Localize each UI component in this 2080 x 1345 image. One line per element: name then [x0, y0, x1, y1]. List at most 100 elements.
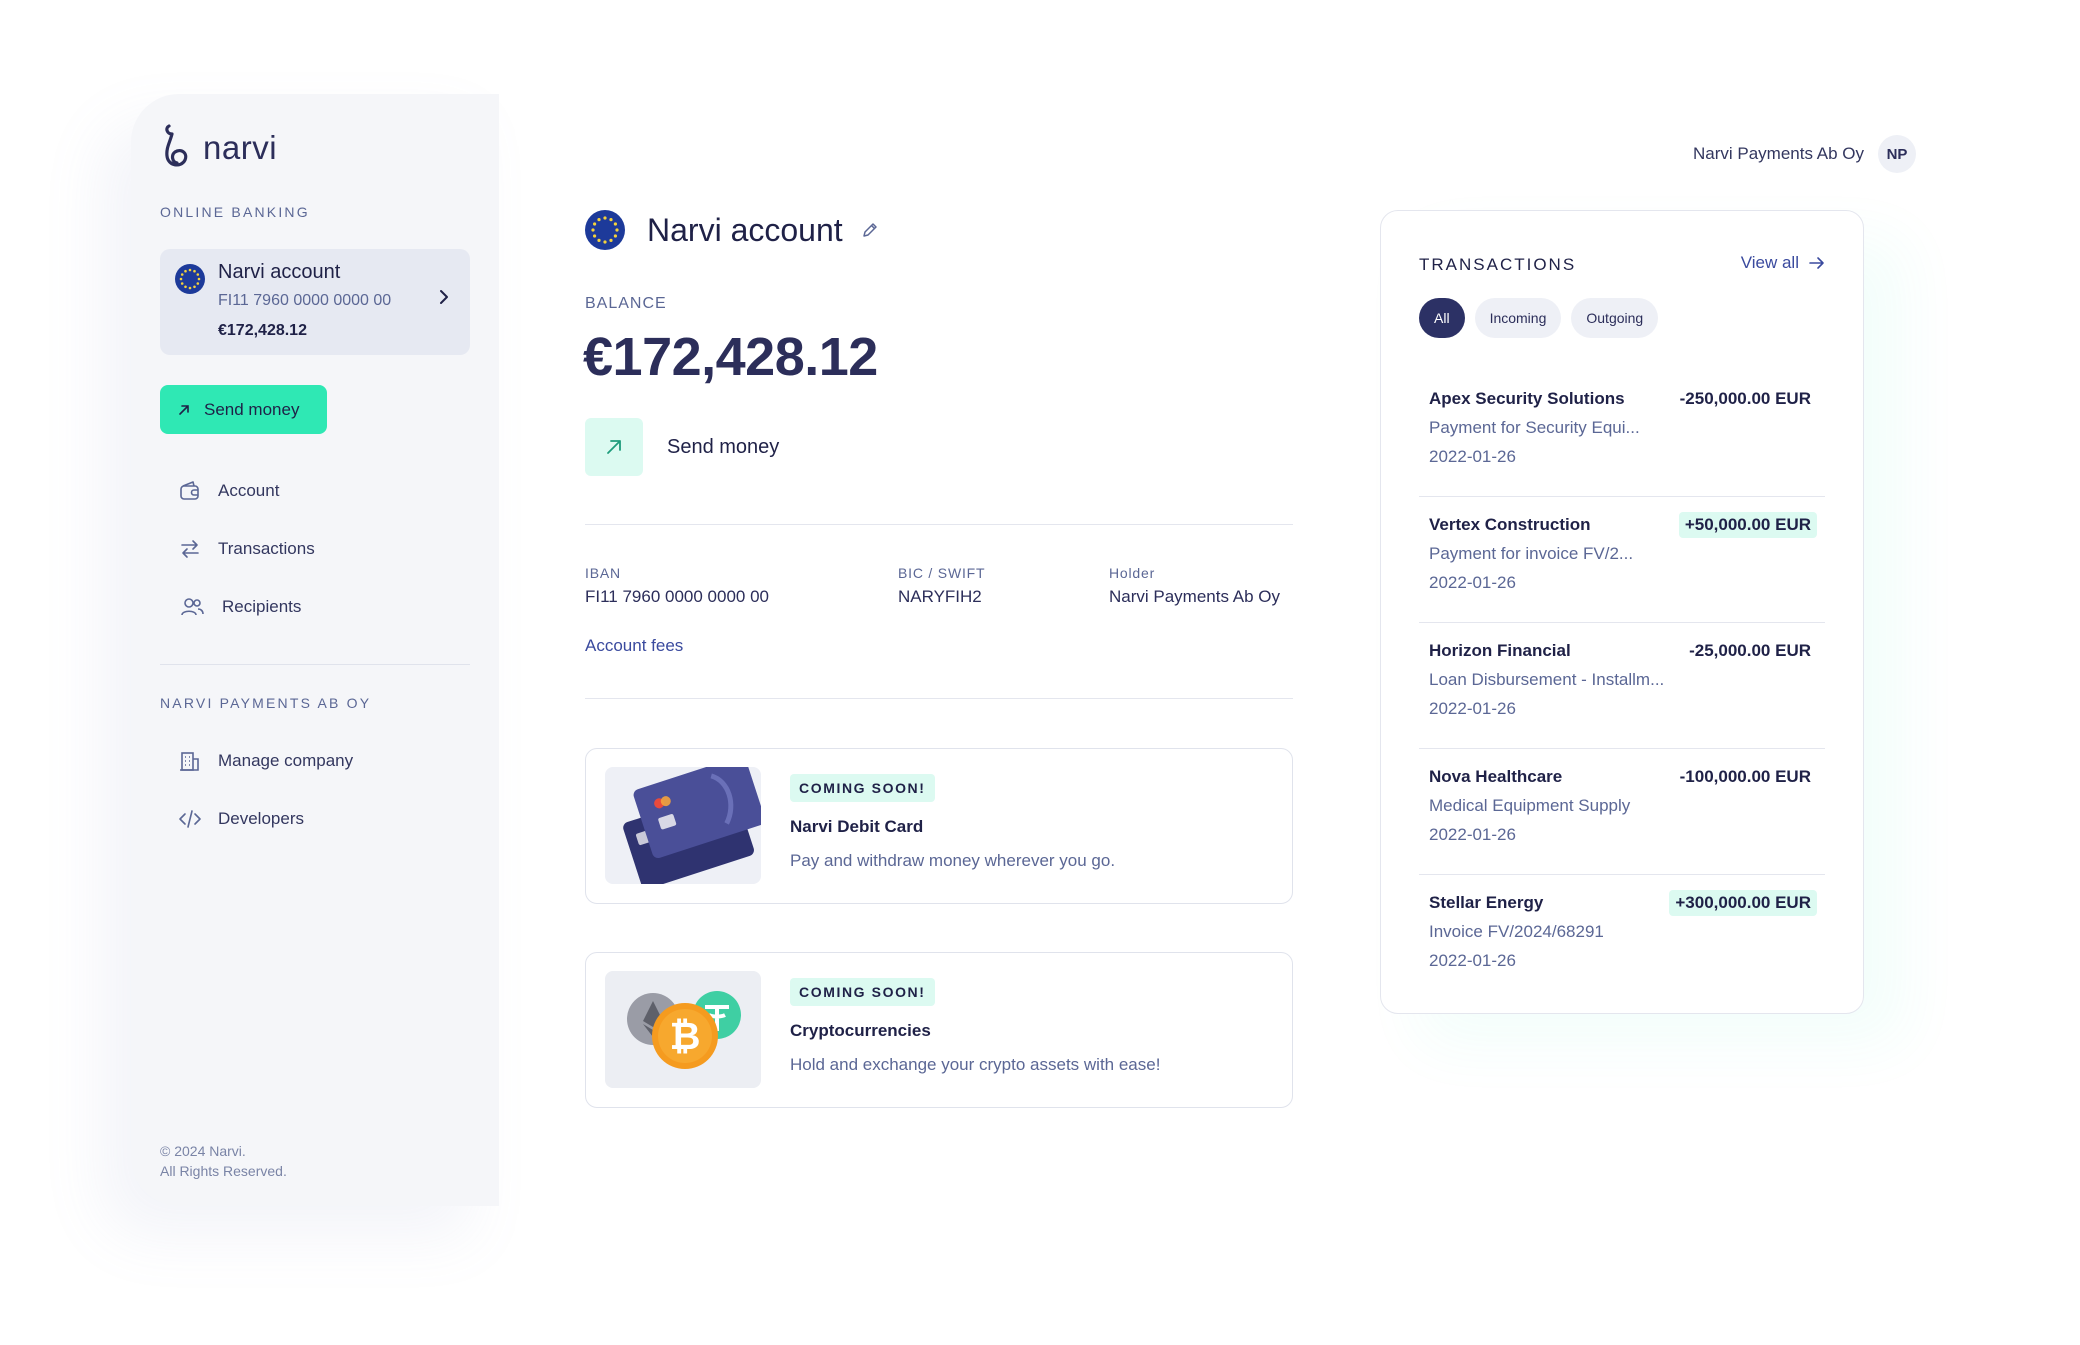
transaction-list: Apex Security Solutions Payment for Secu… — [1419, 371, 1825, 1001]
balance-amount: €172,428.12 — [583, 327, 878, 387]
transaction-row[interactable]: Stellar Energy Invoice FV/2024/68291 202… — [1419, 875, 1825, 1001]
filter-all[interactable]: All — [1419, 298, 1465, 338]
transaction-row[interactable]: Nova Healthcare Medical Equipment Supply… — [1419, 749, 1825, 875]
transaction-description: Loan Disbursement - Installm... — [1429, 670, 1665, 689]
crypto-coins-illustration-icon: ₿ — [605, 971, 761, 1088]
code-icon — [179, 810, 201, 828]
holder-label: Holder — [1109, 565, 1156, 581]
coming-soon-badge: COMING SOON! — [790, 978, 935, 1006]
eu-flag-icon — [585, 210, 625, 250]
transaction-description: Medical Equipment Supply — [1429, 796, 1631, 815]
transaction-date: 2022-01-26 — [1429, 951, 1516, 970]
account-card-balance: €172,428.12 — [218, 322, 307, 339]
send-money-label: Send money — [667, 435, 780, 458]
promo-card-debit[interactable]: COMING SOON! Narvi Debit Card Pay and wi… — [585, 748, 1293, 904]
transaction-description: Payment for invoice FV/2... — [1429, 544, 1634, 563]
divider — [585, 698, 1293, 699]
transactions-heading: TRANSACTIONS — [1419, 255, 1577, 274]
building-icon — [180, 752, 199, 771]
transaction-row[interactable]: Vertex Construction Payment for invoice … — [1419, 497, 1825, 623]
footer: © 2024 Narvi. All Rights Reserved. — [160, 1141, 287, 1181]
avatar: NP — [1878, 135, 1916, 173]
sidebar-item-recipients[interactable]: Recipients — [178, 595, 301, 619]
send-money-button[interactable]: Send money — [160, 385, 327, 434]
send-money-icon-box — [585, 418, 643, 476]
company-switcher[interactable]: Narvi Payments Ab Oy NP — [1693, 135, 1916, 173]
chevron-right-icon — [440, 290, 448, 304]
bic-label: BIC / SWIFT — [898, 565, 986, 581]
iban-detail: IBAN FI11 7960 0000 0000 00 — [585, 565, 769, 607]
promo-description: Hold and exchange your crypto assets wit… — [790, 1055, 1161, 1074]
section-online-banking: ONLINE BANKING — [160, 204, 310, 220]
sidebar-divider — [160, 664, 470, 665]
account-card-name: Narvi account — [218, 261, 341, 283]
transaction-row[interactable]: Apex Security Solutions Payment for Secu… — [1419, 371, 1825, 497]
debit-card-illustration-icon — [605, 767, 761, 884]
arrow-up-right-icon — [179, 404, 189, 415]
edit-pencil-icon[interactable] — [861, 221, 879, 239]
sidebar-item-developers[interactable]: Developers — [178, 807, 304, 831]
transaction-amount: -25,000.00 EUR — [1689, 641, 1811, 660]
transaction-date: 2022-01-26 — [1429, 825, 1516, 844]
sidebar-item-label: Account — [218, 481, 280, 500]
transaction-description: Invoice FV/2024/68291 — [1429, 922, 1604, 941]
iban-value: FI11 7960 0000 0000 00 — [585, 587, 770, 606]
transaction-name: Nova Healthcare — [1429, 767, 1563, 786]
filter-outgoing[interactable]: Outgoing — [1571, 298, 1659, 338]
transfer-arrows-icon — [181, 540, 199, 558]
sidebar-item-transactions[interactable]: Transactions — [178, 537, 315, 561]
promo-title: Cryptocurrencies — [790, 1021, 931, 1040]
rights-text: All Rights Reserved. — [160, 1163, 287, 1179]
users-icon — [181, 598, 204, 616]
arrow-right-icon — [1809, 257, 1824, 269]
coming-soon-badge: COMING SOON! — [790, 774, 935, 802]
transaction-name: Horizon Financial — [1429, 641, 1571, 660]
transactions-panel: TRANSACTIONS View all All Incoming Outgo… — [1380, 210, 1864, 1014]
copyright-text: © 2024 Narvi. — [160, 1143, 246, 1159]
brand-logo[interactable]: narvi — [159, 122, 277, 174]
sidebar-item-label: Transactions — [218, 539, 315, 558]
filter-incoming[interactable]: Incoming — [1474, 298, 1562, 338]
bic-detail: BIC / SWIFT NARYFIH2 — [898, 565, 985, 607]
sidebar-item-label: Developers — [218, 809, 304, 828]
page-header: Narvi account — [585, 210, 879, 250]
divider — [585, 524, 1293, 525]
transaction-filters: All Incoming Outgoing — [1419, 298, 1659, 338]
account-card-iban: FI11 7960 0000 0000 00 — [218, 292, 392, 309]
sidebar: narvi ONLINE BANKING Narvi account FI11 … — [131, 94, 499, 1206]
transaction-name: Stellar Energy — [1429, 893, 1544, 912]
sidebar-item-label: Manage company — [218, 751, 354, 770]
send-money-action[interactable]: Send money — [585, 418, 779, 476]
sidebar-item-label: Recipients — [222, 597, 302, 616]
page-title: Narvi account — [647, 211, 843, 248]
company-name: Narvi Payments Ab Oy — [1692, 144, 1864, 163]
bic-value: NARYFIH2 — [898, 587, 982, 606]
eu-flag-icon — [175, 264, 205, 294]
holder-value: Narvi Payments Ab Oy — [1109, 587, 1281, 606]
svg-text:₿: ₿ — [670, 1014, 701, 1058]
transaction-description: Payment for Security Equi... — [1429, 418, 1640, 437]
transaction-name: Vertex Construction — [1429, 515, 1591, 534]
arrow-up-right-icon — [607, 440, 621, 454]
sidebar-item-manage-company[interactable]: Manage company — [178, 749, 353, 773]
transaction-date: 2022-01-26 — [1429, 699, 1516, 718]
view-all-link[interactable]: View all — [1741, 253, 1825, 273]
brand-name: narvi — [203, 129, 278, 166]
view-all-label: View all — [1740, 253, 1799, 272]
transaction-name: Apex Security Solutions — [1429, 389, 1625, 408]
section-company: NARVI PAYMENTS AB OY — [160, 695, 372, 711]
narvi-logo-icon — [165, 124, 188, 167]
sidebar-item-account[interactable]: Account — [178, 479, 279, 503]
iban-label: IBAN — [585, 565, 621, 581]
transaction-amount: +50,000.00 EUR — [1678, 512, 1817, 538]
send-money-label: Send money — [204, 399, 300, 419]
promo-card-crypto[interactable]: ₿ COMING SOON! Cryptocurrencies Hold and… — [585, 952, 1293, 1108]
promo-description: Pay and withdraw money wherever you go. — [790, 851, 1116, 870]
crypto-image: ₿ — [605, 971, 761, 1088]
transaction-row[interactable]: Horizon Financial Loan Disbursement - In… — [1419, 623, 1825, 749]
balance-label: BALANCE — [585, 295, 667, 312]
account-card[interactable]: Narvi account FI11 7960 0000 0000 00 €17… — [160, 249, 470, 355]
transaction-date: 2022-01-26 — [1429, 447, 1516, 466]
promo-title: Narvi Debit Card — [790, 817, 924, 836]
account-fees-link[interactable]: Account fees — [585, 636, 683, 656]
